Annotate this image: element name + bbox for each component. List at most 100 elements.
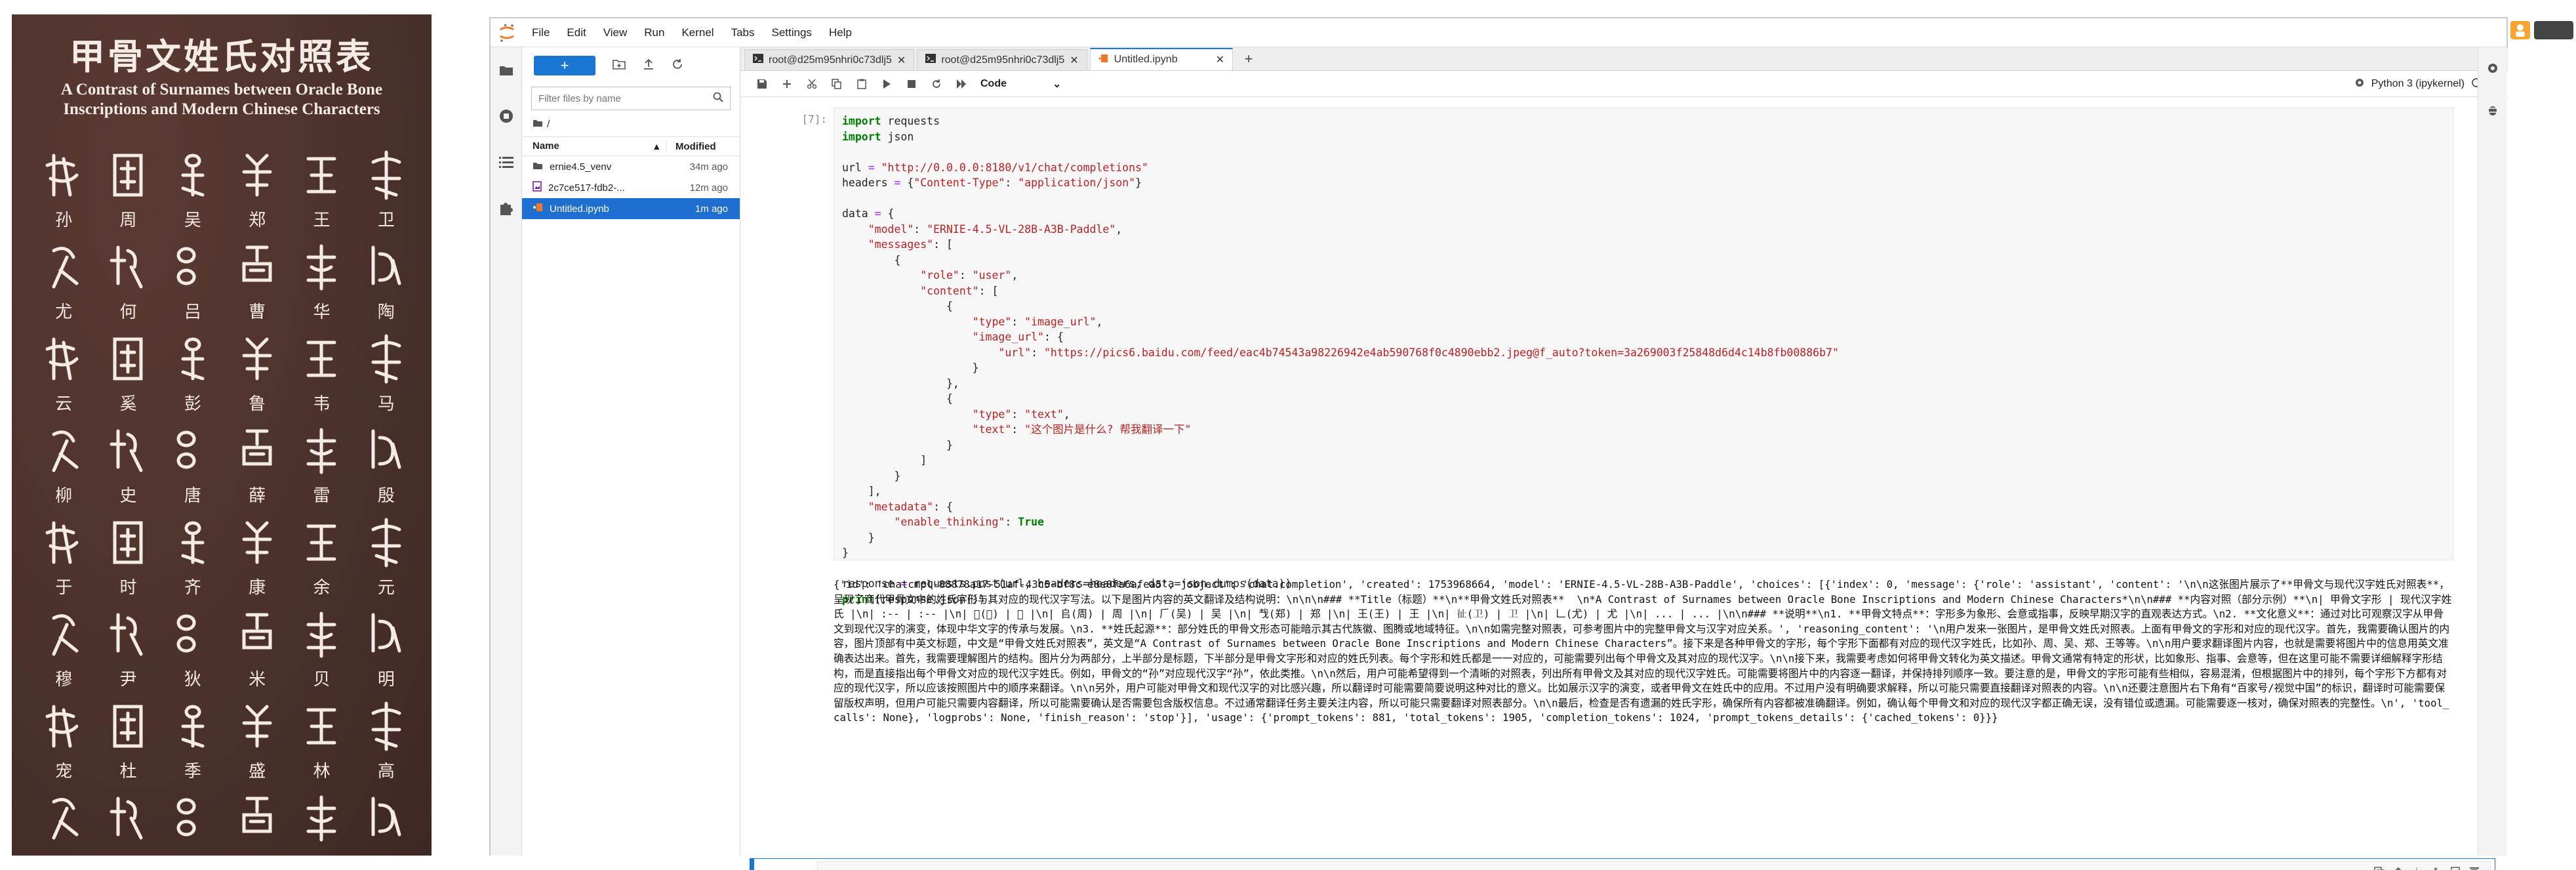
cut-icon[interactable]	[799, 74, 824, 94]
close-icon[interactable]: ✕	[1070, 54, 1078, 67]
run-icon[interactable]	[874, 74, 899, 94]
poster-subtitle-line1: A Contrast of Surnames between Oracle Bo…	[60, 81, 383, 98]
kernel-name[interactable]: Python 3 (ipykernel)	[2371, 78, 2465, 90]
property-inspector-gear-icon[interactable]	[2478, 47, 2507, 89]
oracle-bone-glyph-icon	[170, 792, 216, 846]
code-line: "metadata": {	[868, 500, 953, 513]
duplicate-icon[interactable]	[2374, 867, 2385, 870]
menu-edit[interactable]: Edit	[558, 26, 594, 39]
modern-character: 殷	[377, 486, 395, 506]
breadcrumb-path[interactable]: /	[547, 119, 550, 131]
oracle-bone-glyph-icon	[105, 149, 151, 203]
paste-icon[interactable]	[849, 74, 874, 94]
close-icon[interactable]: ✕	[1216, 53, 1224, 66]
upload-icon[interactable]	[643, 58, 654, 73]
new-folder-icon[interactable]	[613, 59, 626, 73]
poster-character-cell: 吴	[161, 149, 225, 230]
refresh-icon[interactable]	[672, 58, 683, 73]
modern-character: 史	[119, 486, 137, 506]
modern-character: 郑	[249, 211, 266, 230]
modern-character: 穆	[55, 670, 73, 690]
stop-icon[interactable]	[899, 74, 924, 94]
column-modified-header[interactable]: Modified	[666, 141, 716, 152]
poster-character-cell: 卫	[354, 149, 418, 230]
tab-label: root@d25m95nhri0c73dlj5	[941, 54, 1065, 66]
delete-icon[interactable]	[2470, 867, 2479, 870]
code-editor[interactable]	[817, 861, 2491, 870]
menu-bar: File Edit View Run Kernel Tabs Settings …	[491, 18, 2506, 47]
active-code-cell[interactable]: [ ]:	[750, 858, 2495, 870]
tab-terminal-1[interactable]: root@d25m95nhri0c73dlj5 ✕	[744, 49, 915, 70]
gear-icon[interactable]	[2354, 77, 2365, 91]
code-line: "content": [	[920, 284, 999, 297]
menu-tabs[interactable]: Tabs	[723, 26, 763, 39]
file-filter-input[interactable]	[538, 93, 696, 104]
insert-cell-icon[interactable]	[775, 74, 799, 94]
close-icon[interactable]: ✕	[897, 54, 906, 67]
folder-small-icon[interactable]	[533, 119, 543, 131]
poster-character-cell: 元	[354, 516, 418, 598]
oracle-bone-glyph-icon	[234, 149, 280, 203]
poster-character-cell: 马	[354, 333, 418, 414]
menu-help[interactable]: Help	[820, 26, 860, 39]
restart-run-all-icon[interactable]	[949, 74, 974, 94]
oracle-bone-glyph-icon	[363, 516, 409, 570]
move-up-icon[interactable]	[2394, 867, 2403, 870]
modern-character: 杜	[119, 762, 137, 781]
poster-character-cell: 尤	[31, 241, 96, 322]
modern-character: 狄	[184, 670, 201, 690]
oracle-bone-poster-image: 甲骨文姓氏对照表 A Contrast of Surnames between …	[12, 14, 432, 856]
modern-character: 康	[249, 578, 266, 598]
code-line: "messages": [	[868, 238, 953, 251]
menu-run[interactable]: Run	[635, 26, 673, 39]
file-row[interactable]: ernie4.5_venv 34m ago	[522, 156, 740, 177]
tab-notebook[interactable]: Untitled.ipynb ✕	[1089, 48, 1234, 70]
debugger-bug-icon[interactable]	[2478, 89, 2507, 131]
poster-character-cell	[354, 792, 418, 856]
save-icon[interactable]	[750, 74, 775, 94]
file-row[interactable]: 2c7ce517-fdb2-... 12m ago	[522, 177, 740, 198]
cell-type-select[interactable]: Code ⌄	[980, 77, 1061, 91]
cell-type-value: Code	[980, 77, 1007, 89]
oracle-bone-glyph-icon	[41, 792, 87, 846]
column-name-header[interactable]: Name ▴	[522, 140, 666, 152]
extension-puzzle-icon[interactable]	[491, 185, 522, 231]
menu-view[interactable]: View	[595, 26, 636, 39]
poster-character-cell: 陶	[354, 241, 418, 322]
oracle-bone-glyph-icon	[298, 425, 344, 478]
insert-above-icon[interactable]	[2430, 867, 2441, 870]
poster-character-cell	[31, 792, 96, 856]
code-line: },	[842, 377, 959, 390]
file-row-selected[interactable]: Untitled.ipynb 1m ago	[522, 198, 740, 219]
add-tab-button[interactable]: +	[1239, 50, 1258, 68]
oracle-bone-glyph-icon	[41, 608, 87, 662]
copy-icon[interactable]	[824, 74, 849, 94]
running-sessions-icon[interactable]	[491, 93, 522, 139]
tab-terminal-2[interactable]: root@d25m95nhri0c73dlj5 ✕	[917, 49, 1087, 70]
menu-kernel[interactable]: Kernel	[673, 26, 722, 39]
oracle-bone-glyph-icon	[363, 241, 409, 295]
modern-character: 周	[119, 211, 137, 230]
code-cell[interactable]: [7]: import requests import json url = "h…	[777, 108, 2456, 606]
poster-character-cell: 薛	[225, 425, 289, 506]
code-editor[interactable]: import requests import json url = "http:/…	[834, 108, 2453, 606]
restart-icon[interactable]	[924, 74, 949, 94]
poster-character-cell: 吕	[161, 241, 225, 322]
poster-character-cell	[289, 792, 353, 856]
move-down-icon[interactable]	[2412, 867, 2421, 870]
modern-character: 高	[377, 762, 395, 781]
modern-character: 余	[313, 578, 331, 598]
menu-file[interactable]: File	[523, 26, 558, 39]
modern-character: 元	[377, 578, 395, 598]
code-line: "role": "user",	[920, 269, 1018, 281]
code-line: }	[842, 438, 953, 451]
table-of-contents-icon[interactable]	[491, 139, 522, 185]
menu-settings[interactable]: Settings	[763, 26, 820, 39]
oracle-bone-glyph-icon	[234, 608, 280, 662]
insert-below-icon[interactable]	[2450, 867, 2461, 870]
oracle-bone-glyph-icon	[234, 425, 280, 478]
folder-icon[interactable]	[491, 47, 522, 93]
new-launcher-button[interactable]: +	[534, 56, 595, 75]
oracle-bone-glyph-icon	[105, 241, 151, 295]
modern-character: 时	[119, 578, 137, 598]
